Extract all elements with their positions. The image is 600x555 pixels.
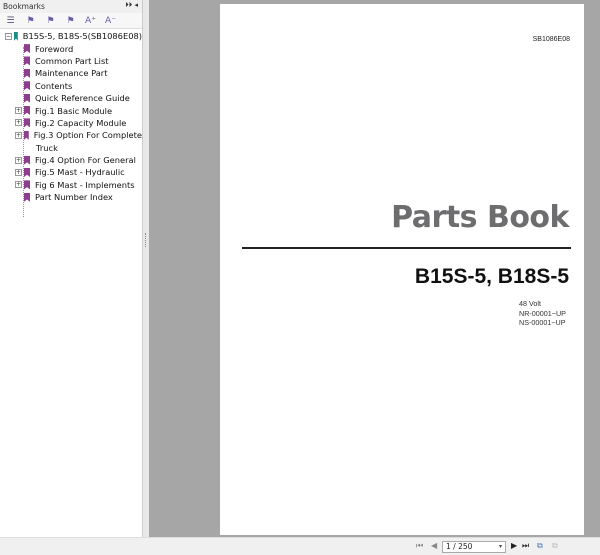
last-page-icon[interactable]: ⏭ bbox=[522, 541, 529, 551]
chevron-down-icon[interactable]: ▾ bbox=[499, 542, 502, 552]
document-code: SB1086E08 bbox=[532, 36, 570, 43]
bookmark-label: Fig.2 Capacity Module bbox=[35, 117, 127, 128]
bookmark-item[interactable]: + Fig.2 Capacity Module bbox=[0, 117, 142, 129]
bookmark-item[interactable]: Maintenance Part bbox=[0, 67, 142, 79]
bookmark-item[interactable]: + Fig 6 Mast - Implements bbox=[0, 179, 142, 191]
bookmark-icon bbox=[24, 130, 29, 140]
specs: 48 Volt NR-00001~UP NS-00001~UP bbox=[519, 299, 566, 328]
go-bookmark-icon[interactable]: ⚑ bbox=[65, 16, 76, 26]
spec-serial-ns: NS-00001~UP bbox=[519, 318, 566, 327]
bookmark-item[interactable]: Foreword bbox=[0, 42, 142, 54]
panel-controls[interactable]: ⏵⏵ ◂ bbox=[125, 1, 138, 10]
collapse-icon[interactable]: − bbox=[5, 32, 12, 40]
expand-bookmark-icon[interactable]: ⚑ bbox=[25, 16, 36, 26]
expand-icon[interactable]: + bbox=[15, 181, 22, 189]
page-navigation-bar: ⏮ ◀ 1 / 250 ▾ ▶ ⏭ ⧉ ⧉ bbox=[0, 537, 600, 555]
model-name: B15S-5, B18S-5 bbox=[414, 265, 569, 288]
pdf-page: SB1086E08 Parts Book B15S-5, B18S-5 48 V… bbox=[220, 4, 584, 535]
bookmark-icon bbox=[24, 118, 30, 128]
grip-icon bbox=[145, 233, 147, 247]
bookmark-item[interactable]: + Fig.3 Option For Complete bbox=[0, 129, 142, 141]
bookmark-label: Fig.3 Option For Complete bbox=[33, 130, 142, 141]
bookmark-item[interactable]: + Fig.4 Option For General bbox=[0, 154, 142, 166]
expand-icon[interactable]: + bbox=[15, 131, 22, 139]
next-page-icon[interactable]: ▶ bbox=[511, 541, 517, 550]
bookmark-item[interactable]: Common Part List bbox=[0, 55, 142, 67]
fit-page-icon[interactable]: ⧉ bbox=[537, 541, 543, 551]
collapse-bookmark-icon[interactable]: ⚑ bbox=[45, 16, 56, 26]
bookmark-icon bbox=[24, 93, 30, 103]
bookmark-item[interactable]: Contents bbox=[0, 80, 142, 92]
page-title: Parts Book bbox=[391, 200, 569, 235]
expand-icon[interactable]: + bbox=[15, 168, 22, 176]
bookmarks-title: Bookmarks bbox=[3, 2, 45, 11]
bookmark-label: Fig.1 Basic Module bbox=[35, 105, 113, 116]
bookmark-icon bbox=[24, 44, 30, 54]
bookmark-label: Maintenance Part bbox=[35, 68, 108, 79]
title-divider bbox=[242, 247, 571, 249]
bookmark-label: Foreword bbox=[35, 43, 74, 54]
bookmark-tree: − B15S-5, B18S-5(SB1086E08) Foreword Comm… bbox=[0, 29, 142, 217]
expand-icon[interactable]: + bbox=[15, 107, 22, 115]
bookmark-icon bbox=[14, 31, 18, 41]
bookmarks-header: Bookmarks ⏵⏵ ◂ bbox=[0, 0, 142, 13]
bookmark-label: Fig 6 Mast - Implements bbox=[35, 179, 135, 190]
bookmark-label: Contents bbox=[35, 80, 73, 91]
fit-width-icon[interactable]: ⧉ bbox=[552, 541, 558, 551]
bookmark-icon bbox=[24, 180, 30, 190]
bookmark-label: Common Part List bbox=[35, 55, 109, 66]
bookmark-icon bbox=[24, 106, 30, 116]
page-number-value: 1 / 250 bbox=[446, 542, 473, 551]
bookmark-icon bbox=[24, 192, 30, 202]
bookmark-icon bbox=[24, 155, 30, 165]
bookmark-icon bbox=[24, 68, 30, 78]
bookmark-icon bbox=[24, 56, 30, 66]
spec-serial-nr: NR-00001~UP bbox=[519, 308, 566, 318]
page-number-input[interactable]: 1 / 250 ▾ bbox=[442, 541, 506, 553]
bookmark-item[interactable]: Part Number Index bbox=[0, 191, 142, 203]
expand-icon[interactable]: + bbox=[15, 156, 22, 164]
first-page-icon[interactable]: ⏮ bbox=[416, 541, 423, 551]
expand-icon[interactable]: + bbox=[15, 119, 22, 127]
font-increase-icon[interactable]: A⁺ bbox=[85, 16, 96, 26]
bookmark-label: Part Number Index bbox=[35, 192, 113, 203]
bookmark-label: Fig.4 Option For General bbox=[35, 155, 136, 166]
bookmarks-toolbar: ☰ ⚑ ⚑ ⚑ A⁺ A⁻ bbox=[0, 13, 142, 29]
bookmarks-panel: Bookmarks ⏵⏵ ◂ ☰ ⚑ ⚑ ⚑ A⁺ A⁻ − B15S-5, B18S-5… bbox=[0, 0, 143, 537]
spec-voltage: 48 Volt bbox=[519, 299, 541, 308]
font-decrease-icon[interactable]: A⁻ bbox=[105, 16, 116, 26]
bookmark-item[interactable]: + Fig.5 Mast - Hydraulic bbox=[0, 166, 142, 178]
bookmark-icon bbox=[24, 167, 30, 177]
bookmark-label: B15S-5, B18S-5(SB1086E08) bbox=[22, 31, 142, 42]
bookmark-label-continuation[interactable]: Truck bbox=[0, 142, 142, 154]
bookmark-label: Quick Reference Guide bbox=[35, 93, 130, 104]
bookmark-icon bbox=[24, 81, 30, 91]
document-canvas: SB1086E08 Parts Book B15S-5, B18S-5 48 V… bbox=[149, 0, 600, 537]
bookmark-item[interactable]: + Fig.1 Basic Module bbox=[0, 104, 142, 116]
previous-page-icon[interactable]: ◀ bbox=[431, 541, 437, 550]
bookmark-label: Fig.5 Mast - Hydraulic bbox=[35, 167, 125, 178]
bookmark-root[interactable]: − B15S-5, B18S-5(SB1086E08) bbox=[0, 30, 142, 42]
bookmark-item[interactable]: Quick Reference Guide bbox=[0, 92, 142, 104]
options-icon[interactable]: ☰ bbox=[5, 16, 16, 26]
